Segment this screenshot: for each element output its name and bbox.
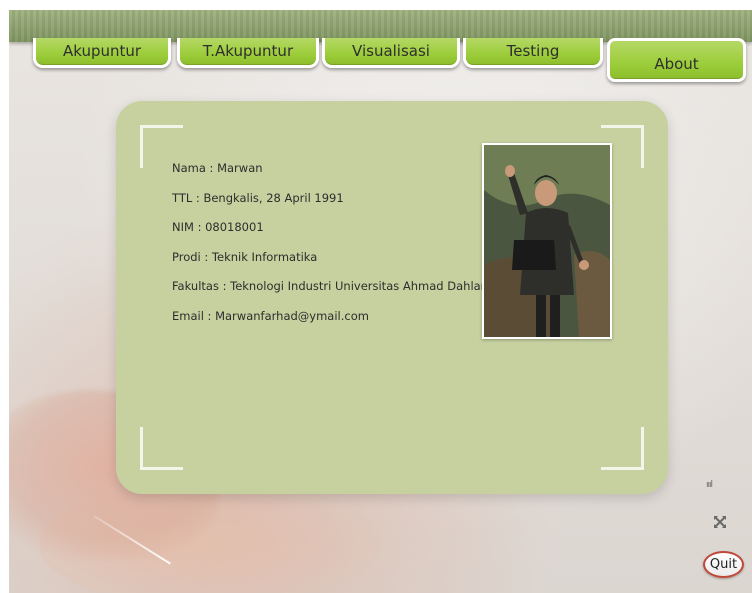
corner-frame-bottom-right: [601, 427, 644, 470]
tab-testing[interactable]: Testing: [463, 38, 603, 68]
corner-frame-bottom-left: [140, 427, 183, 470]
profile-ttl: TTL : Bengkalis, 28 April 1991: [172, 190, 344, 205]
app-stage: Akupuntur T.Akupuntur Visualisasi Testin…: [9, 10, 752, 593]
sound-bars-icon[interactable]: ıııl: [706, 480, 713, 490]
tab-akupuntur[interactable]: Akupuntur: [33, 38, 171, 68]
profile-info: Nama : Marwan TTL : Bengkalis, 28 April …: [172, 161, 488, 338]
profile-photo: [482, 143, 612, 339]
profile-email: Email : Marwanfarhad@ymail.com: [172, 308, 369, 323]
profile-fakultas: Fakultas : Teknologi Industri Universita…: [172, 279, 488, 293]
profile-name: Nama : Marwan: [172, 161, 263, 175]
quit-button[interactable]: Quit: [703, 551, 744, 578]
tab-about[interactable]: About: [607, 38, 746, 82]
profile-nim: NIM : 08018001: [172, 220, 264, 234]
about-card: Nama : Marwan TTL : Bengkalis, 28 April …: [116, 101, 668, 494]
fullscreen-icon[interactable]: [713, 515, 727, 529]
tab-visualisasi[interactable]: Visualisasi: [322, 38, 460, 68]
tab-t-akupuntur[interactable]: T.Akupuntur: [177, 38, 319, 68]
profile-prodi: Prodi : Teknik Informatika: [172, 249, 318, 264]
